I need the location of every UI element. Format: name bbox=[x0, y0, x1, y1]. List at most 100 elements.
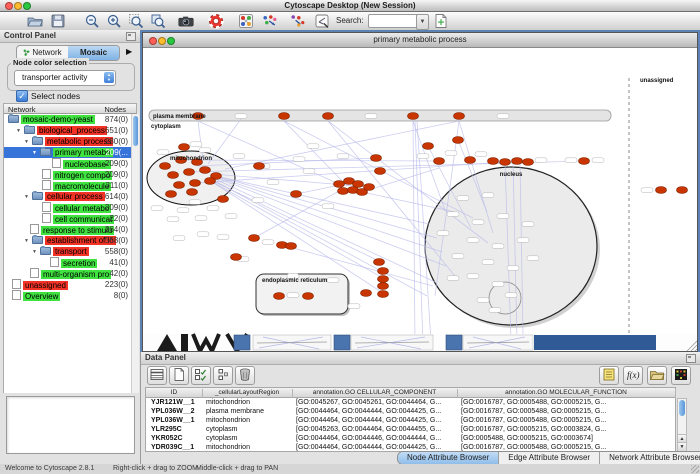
tree-row[interactable]: cellular metabo209(0) bbox=[4, 202, 136, 213]
float-panel-icon[interactable] bbox=[126, 32, 136, 41]
search-input[interactable] bbox=[368, 14, 420, 28]
tree-row[interactable]: cell communicat22(0) bbox=[4, 213, 136, 224]
column-header[interactable]: annotation.GO MOLECULAR_FUNCTION bbox=[457, 389, 676, 398]
column-header[interactable]: annotation.GO CELLULAR_COMPONENT bbox=[292, 389, 458, 398]
refresh-view-button[interactable] bbox=[433, 13, 449, 29]
table-row[interactable]: YPL036W__2plasma membrane[GO:0044464, GO… bbox=[146, 407, 675, 416]
help-button[interactable] bbox=[208, 13, 224, 29]
table-scrollbar-thumb[interactable] bbox=[679, 400, 685, 416]
tree-scrollbar[interactable] bbox=[131, 114, 139, 393]
select-attributes-button[interactable] bbox=[191, 366, 211, 385]
tree-row[interactable]: Overview8(0) bbox=[4, 290, 136, 301]
file-icon bbox=[50, 257, 59, 267]
zoom-fit-button[interactable] bbox=[150, 13, 166, 29]
table-row[interactable]: YJR121W__1mitochondrion[GO:0045267, GO:0… bbox=[146, 398, 675, 407]
tab-edge-attribute-browser[interactable]: Edge Attribute Browser bbox=[499, 452, 600, 464]
table-row[interactable]: YKR052Ccytoplasm[GO:0044464, GO:0044446,… bbox=[146, 434, 675, 443]
app-titlebar: Cytoscape Desktop (New Session) bbox=[0, 0, 700, 12]
float-panel-icon[interactable] bbox=[686, 354, 696, 363]
tree-row-count: 280(0) bbox=[105, 136, 128, 147]
tree-row[interactable]: ▼primary metabo209(... bbox=[4, 147, 136, 158]
scroll-down-icon[interactable]: ▼ bbox=[678, 442, 686, 451]
table-cell: [GO:0016787, GO:0005215, GO:0003824, G..… bbox=[461, 425, 673, 434]
node-color-dropdown[interactable]: transporter activity ▲▼ bbox=[14, 70, 116, 86]
search-options-button[interactable]: ▼ bbox=[416, 14, 429, 30]
tree-row[interactable]: nucleobase-209(0) bbox=[4, 158, 136, 169]
control-panel-header: Control Panel bbox=[0, 30, 140, 43]
network-window-titlebar[interactable]: primary metabolic process bbox=[143, 33, 697, 48]
tree-row[interactable]: response to stimulu264(0) bbox=[4, 224, 136, 235]
tree-row[interactable]: ▼transport558(0) bbox=[4, 246, 136, 257]
tree-row-count: 651(0) bbox=[105, 125, 128, 136]
tab-overflow-icon[interactable]: ▶ bbox=[126, 47, 132, 56]
tree-row[interactable]: ▼establishment of lo558(0) bbox=[4, 235, 136, 246]
main-toolbar: Search: ▼ bbox=[0, 12, 700, 31]
column-header[interactable]: ID bbox=[146, 389, 203, 398]
table-cell: YPL036W__1 bbox=[151, 416, 201, 425]
tree-row[interactable]: secretion41(0) bbox=[4, 257, 136, 268]
dropdown-stepper-icon: ▲▼ bbox=[104, 72, 114, 83]
tree-row[interactable]: ▼cellular process614(0) bbox=[4, 191, 136, 202]
folder-icon bbox=[8, 115, 19, 123]
file-icon bbox=[12, 290, 21, 300]
snapshot-button[interactable] bbox=[178, 13, 200, 29]
delete-attribute-button[interactable] bbox=[235, 366, 255, 385]
table-cell: cytoplasm bbox=[206, 434, 290, 443]
tree-col-nodes: Nodes bbox=[104, 105, 126, 114]
region-label: nucleus bbox=[500, 172, 523, 178]
formula-builder-button[interactable]: f(x) bbox=[623, 366, 643, 385]
table-row[interactable]: YLR295Ccytoplasm[GO:0045263, GO:0044464,… bbox=[146, 425, 675, 434]
tree-row[interactable]: ▼metabolic process280(0) bbox=[4, 136, 136, 147]
column-header[interactable]: _cellularLayoutRegion bbox=[202, 389, 293, 398]
control-panel-title: Control Panel bbox=[4, 31, 56, 40]
tree-row[interactable]: ▼biological_process651(0) bbox=[4, 125, 136, 136]
layout-regions-button[interactable] bbox=[290, 13, 310, 29]
network-canvas[interactable]: plasma membranecytoplasmmitochondrionnuc… bbox=[143, 48, 697, 351]
zoom-in-button[interactable] bbox=[106, 13, 122, 29]
tree-row-count: 311(0) bbox=[105, 180, 128, 191]
window-resize-grip[interactable] bbox=[691, 465, 699, 473]
tree-row-label: multi-organism pro bbox=[41, 270, 111, 279]
tree-row-label: cellular metabo bbox=[53, 204, 111, 213]
tree-row[interactable]: nitrogen compo209(0) bbox=[4, 169, 136, 180]
birdseye-view[interactable] bbox=[6, 396, 135, 454]
select-nodes-checkbox[interactable]: ✓ bbox=[16, 90, 28, 102]
tree-row[interactable]: unassigned223(0) bbox=[4, 279, 136, 290]
tree-row[interactable]: multi-organism pro42(0) bbox=[4, 268, 136, 279]
table-cell: YJR121W__1 bbox=[151, 398, 201, 407]
matrix-view-button[interactable] bbox=[671, 366, 691, 385]
tree-row[interactable]: mosaic-demo-yeast874(0) bbox=[4, 114, 136, 125]
tree-row[interactable]: macromolecule311(0) bbox=[4, 180, 136, 191]
svg-text:f(x): f(x) bbox=[627, 370, 640, 380]
table-cell: [GO:0044464, GO:0044444, GO:0044425, G..… bbox=[296, 407, 455, 416]
new-attribute-button[interactable] bbox=[169, 366, 189, 385]
tree-col-network: Network bbox=[8, 105, 36, 114]
tree-row-count: 874(0) bbox=[105, 114, 128, 125]
tree-scrollbar-thumb[interactable] bbox=[133, 116, 138, 146]
notes-button[interactable] bbox=[599, 366, 619, 385]
unselect-attributes-button[interactable] bbox=[213, 366, 233, 385]
vizmapper-button[interactable] bbox=[238, 13, 254, 29]
save-session-button[interactable] bbox=[50, 13, 66, 29]
import-attributes-button[interactable] bbox=[647, 366, 667, 385]
file-icon bbox=[12, 279, 21, 289]
network-tab-icon bbox=[23, 47, 30, 54]
tree-row-count: 223(0) bbox=[105, 279, 128, 290]
tab-network-attribute-browser[interactable]: Network Attribute Browser bbox=[600, 452, 700, 464]
layout-nodes-button[interactable] bbox=[262, 13, 282, 29]
tree-row-count: 22(0) bbox=[109, 213, 128, 224]
table-cell: mitochondrion bbox=[206, 443, 290, 452]
attribute-table[interactable]: YJR121W__1mitochondrion[GO:0045267, GO:0… bbox=[145, 398, 676, 452]
open-session-button[interactable] bbox=[27, 13, 43, 29]
annotation-button[interactable] bbox=[314, 13, 330, 29]
tab-node-attribute-browser[interactable]: Node Attribute Browser bbox=[398, 452, 499, 464]
zoom-out-button[interactable] bbox=[84, 13, 100, 29]
tree-row-count: 558(0) bbox=[105, 246, 128, 257]
attribute-table-button[interactable] bbox=[147, 366, 167, 385]
zoom-selected-button[interactable] bbox=[128, 13, 144, 29]
folder-icon bbox=[32, 137, 43, 145]
table-scrollbar[interactable]: ▲ ▼ bbox=[677, 398, 687, 452]
table-row[interactable]: YPL036W__1mitochondrion[GO:0044464, GO:0… bbox=[146, 416, 675, 425]
data-panel-header: Data Panel bbox=[141, 352, 700, 365]
tree-row-label: biological_process bbox=[37, 126, 107, 135]
